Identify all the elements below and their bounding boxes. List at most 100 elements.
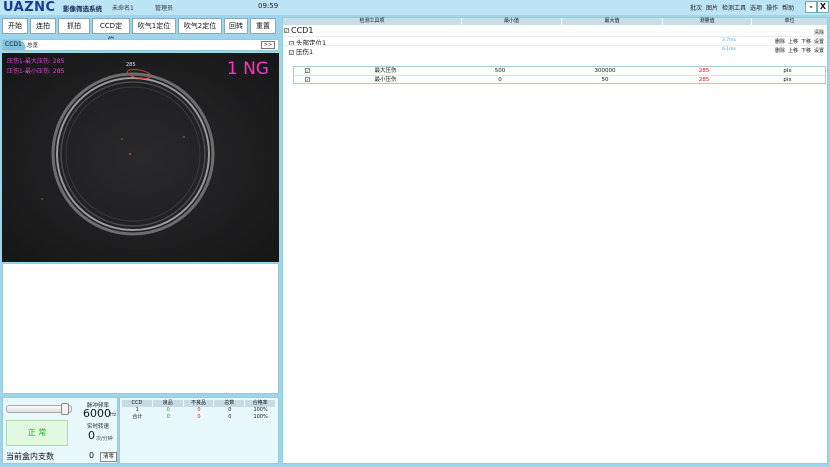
tools-header-cell: 测量值 xyxy=(663,18,752,25)
box-count-value: 0 xyxy=(89,451,95,460)
expand-button[interactable]: >> xyxy=(261,41,275,49)
stats-header-cell: 总数 xyxy=(214,400,246,407)
tree-item-defect[interactable]: ✓ 压伤1 6.1ms 删除 上移 下移 设置 xyxy=(283,45,827,56)
clock: 09:59 xyxy=(258,2,279,10)
clear-count-button[interactable]: 清零 xyxy=(100,452,117,462)
tab-overview[interactable]: 总览 xyxy=(27,41,38,49)
clear-link[interactable]: 清除 xyxy=(814,29,824,36)
move-down-link[interactable]: 下移 xyxy=(801,47,811,54)
blow1-locate-button[interactable]: 吹气1定位 xyxy=(132,18,176,34)
camera-view: 压伤1-最大压伤: 285 压伤1-最小压伤: 285 285 1 NG xyxy=(2,53,279,262)
stats-header-cell: CCD xyxy=(122,400,153,407)
stats-header-cell: 不良品 xyxy=(184,400,215,407)
subrow-unit: pix xyxy=(783,68,792,74)
move-down-link[interactable]: 下移 xyxy=(801,38,811,45)
rotate-button[interactable]: 回转 xyxy=(224,18,248,34)
checkbox-icon[interactable]: ✓ xyxy=(305,68,310,73)
pulse-unit: Hz xyxy=(110,412,117,418)
move-up-link[interactable]: 上移 xyxy=(788,38,798,45)
stats-cell: 0 xyxy=(197,407,201,413)
blow2-locate-button[interactable]: 吹气2定位 xyxy=(178,18,222,34)
start-button[interactable]: 开始 xyxy=(2,18,28,34)
subrow-max[interactable]: 300000 xyxy=(552,67,658,75)
defect-subtable: ✓ 最大压伤 500 300000 285 pix ✓ 最小压伤 0 50 28… xyxy=(293,66,826,84)
overlay-max-defect: 压伤1-最大压伤: 285 xyxy=(7,58,65,65)
stats-cell: 0 xyxy=(228,407,232,413)
table-row: 1 0 0 0 100% xyxy=(122,407,276,414)
stats-cell: 0 xyxy=(228,414,232,420)
status-panel: 脉冲频率 6000 Hz 实时转速 正 常 0 次/分钟 当前盒内支数 0 清零 xyxy=(2,397,118,464)
ccd-tab-bar: CCD1 总览 >> xyxy=(2,39,279,51)
move-up-link[interactable]: 上移 xyxy=(788,47,798,54)
stats-cell: 1 xyxy=(135,407,139,413)
pulse-value: 6000 xyxy=(83,407,111,420)
state-indicator: 正 常 xyxy=(6,420,68,446)
subrow-min[interactable]: 500 xyxy=(448,67,552,75)
speed-unit: 次/分钟 xyxy=(96,436,113,442)
user-name: 管理员 xyxy=(155,5,174,12)
checkbox-icon[interactable]: ✓ xyxy=(305,77,310,82)
item-actions: 删除 上移 下移 设置 xyxy=(775,47,824,54)
result-label: 1 NG xyxy=(226,59,269,79)
box-count-label: 当前盒内支数 xyxy=(6,452,54,461)
tree-root-label: CCD1 xyxy=(291,26,314,35)
tree-root-ccd1[interactable]: ✓ CCD1 清除 xyxy=(283,26,827,36)
speed-value: 0 xyxy=(88,429,95,442)
table-row: 合计 0 0 0 100% xyxy=(122,414,276,421)
item-actions: 删除 上移 下移 设置 xyxy=(775,38,824,45)
tools-header-cell: 单位 xyxy=(784,18,795,24)
settings-link[interactable]: 设置 xyxy=(814,47,824,54)
menu-help[interactable]: 帮助 xyxy=(782,3,794,12)
tab-ccd1[interactable]: CCD1 xyxy=(3,40,25,50)
delete-link[interactable]: 删除 xyxy=(775,38,785,45)
menu-image[interactable]: 图片 xyxy=(706,3,718,12)
stats-cell: 0 xyxy=(197,414,201,420)
row-checkbox[interactable]: ✓ xyxy=(294,76,323,83)
settings-link[interactable]: 设置 xyxy=(814,38,824,45)
menu-options[interactable]: 选项 xyxy=(750,3,762,12)
stats-cell: 0 xyxy=(166,407,170,413)
checkbox-icon[interactable]: ✓ xyxy=(284,28,289,33)
minimize-button[interactable]: - xyxy=(805,1,817,13)
row-checkbox[interactable]: ✓ xyxy=(294,67,323,75)
detection-tools-panel: 检测工具项 最小值 最大值 测量值 单位 ✓ CCD1 清除 ✓ 头部定位1 3.7… xyxy=(282,17,828,464)
app-name: 影像筛选系统 xyxy=(63,5,102,13)
delete-link[interactable]: 删除 xyxy=(775,47,785,54)
speed-slider-handle[interactable] xyxy=(61,403,69,415)
tools-header-cell: 最大值 xyxy=(562,18,663,25)
stats-cell: 100% xyxy=(253,407,268,413)
brand-logo: UAZNC xyxy=(3,0,56,15)
subrow-name: 最小压伤 xyxy=(374,77,397,83)
stats-cell: 合计 xyxy=(132,414,143,420)
burst-button[interactable]: 连拍 xyxy=(30,18,56,34)
tools-header-cell: 检测工具项 xyxy=(283,18,462,25)
tools-header-cell: 最小值 xyxy=(462,18,562,25)
secondary-view xyxy=(2,263,279,394)
item-time: 6.1ms xyxy=(722,47,736,52)
stats-cell: 100% xyxy=(253,414,268,420)
close-button[interactable]: X xyxy=(817,1,829,13)
checkbox-icon[interactable]: ✓ xyxy=(289,49,294,55)
item-time: 3.7ms xyxy=(722,38,736,43)
tree-item-label: 压伤1 xyxy=(296,48,314,56)
overlay-min-defect: 压伤1-最小压伤: 285 xyxy=(7,68,65,75)
document-name: 未命名1 xyxy=(112,5,134,12)
tools-header: 检测工具项 最小值 最大值 测量值 单位 xyxy=(283,18,827,25)
stats-header-cell: 良品 xyxy=(153,400,184,407)
reset-button[interactable]: 重置 xyxy=(250,18,276,34)
subrow-value: 285 xyxy=(698,77,710,83)
tools-tree: ✓ CCD1 清除 ✓ 头部定位1 3.7ms 删除 上移 下移 设置 ✓ 压伤1 6… xyxy=(283,26,827,84)
tree-item-head-locate[interactable]: ✓ 头部定位1 3.7ms 删除 上移 下移 设置 xyxy=(283,36,827,47)
ccd-locate-button[interactable]: CCD定位 xyxy=(92,18,130,44)
table-row: ✓ 最大压伤 500 300000 285 pix xyxy=(294,67,825,75)
control-toolbar: 开始 连拍 抓拍 CCD定位 吹气1定位 吹气2定位 回转 重置 xyxy=(2,18,276,44)
subrow-max[interactable]: 50 xyxy=(552,76,658,83)
subrow-min[interactable]: 0 xyxy=(448,76,552,83)
subrow-value: 285 xyxy=(698,68,710,74)
menu-tools[interactable]: 检测工具 xyxy=(722,3,746,12)
capture-button[interactable]: 抓拍 xyxy=(58,18,90,34)
menu-operation[interactable]: 操作 xyxy=(766,3,778,12)
menu-batch[interactable]: 批次 xyxy=(690,3,702,12)
camera-image xyxy=(2,53,279,262)
title-bar: UAZNC 影像筛选系统 未命名1 管理员 09:59 批次 图片 检测工具 选… xyxy=(0,0,830,15)
